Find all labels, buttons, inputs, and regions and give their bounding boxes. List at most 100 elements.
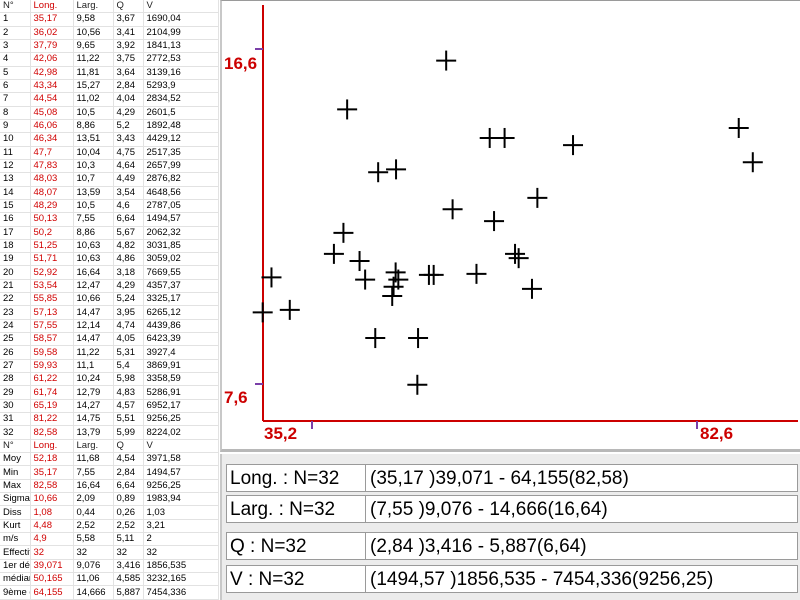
- grid-cell[interactable]: 3,95: [113, 305, 144, 320]
- grid-cell[interactable]: 1892,48: [143, 119, 219, 134]
- grid-cell[interactable]: 29: [0, 385, 31, 400]
- grid-cell[interactable]: 2,09: [73, 492, 114, 507]
- grid-cell[interactable]: Min: [0, 465, 31, 480]
- grid-cell[interactable]: 4,75: [113, 146, 144, 160]
- table-row[interactable]: 30 65,19 14,27 4,57 6952,17: [0, 399, 219, 414]
- grid-cell[interactable]: 47,83: [30, 159, 74, 174]
- table-row[interactable]: 10 46,34 13,51 3,43 4429,12: [0, 132, 219, 147]
- grid-cell[interactable]: 64,155: [30, 585, 74, 600]
- grid-cell[interactable]: 5,67: [113, 226, 144, 240]
- grid-cell[interactable]: 4,585: [113, 572, 144, 587]
- grid-cell[interactable]: Effectif =: [0, 545, 31, 560]
- grid-cell[interactable]: 10,63: [73, 239, 114, 254]
- grid-cell[interactable]: 10,04: [73, 146, 114, 160]
- grid-cell[interactable]: 4648,56: [143, 186, 219, 200]
- grid-cell[interactable]: 5,11: [113, 532, 144, 547]
- grid-cell[interactable]: 32: [30, 545, 74, 560]
- grid-cell[interactable]: 35,17: [30, 465, 74, 480]
- grid-cell[interactable]: 3927,4: [143, 345, 219, 360]
- summary-row[interactable]: Sigma 10,66 2,09 0,89 1983,94: [0, 492, 219, 507]
- table-row[interactable]: 7 44,54 11,02 4,04 2834,52: [0, 92, 219, 107]
- grid-cell[interactable]: 2834,52: [143, 92, 219, 107]
- grid-cell[interactable]: 14,666: [73, 585, 114, 600]
- grid-cell[interactable]: N°: [0, 439, 31, 454]
- table-row[interactable]: 25 58,57 14,47 4,05 6423,39: [0, 332, 219, 347]
- grid-cell[interactable]: 4,48: [30, 519, 74, 534]
- grid-cell[interactable]: 1: [0, 12, 31, 27]
- table-row[interactable]: 19 51,71 10,63 4,86 3059,02: [0, 252, 219, 267]
- grid-cell[interactable]: 6423,39: [143, 332, 219, 347]
- grid-cell[interactable]: 4,57: [113, 399, 144, 414]
- grid-cell[interactable]: 9ème décile: [0, 585, 31, 600]
- table-row[interactable]: 21 53,54 12,47 4,29 4357,37: [0, 279, 219, 294]
- table-row[interactable]: 26 59,58 11,22 5,31 3927,4: [0, 345, 219, 360]
- grid-cell[interactable]: 7454,336: [143, 585, 219, 600]
- grid-cell[interactable]: 3,75: [113, 52, 144, 67]
- summary-row[interactable]: m/s 4,9 5,58 5,11 2: [0, 532, 219, 547]
- grid-cell[interactable]: 21: [0, 279, 31, 294]
- grid-cell[interactable]: 9256,25: [143, 412, 219, 427]
- grid-cell[interactable]: 6952,17: [143, 399, 219, 414]
- grid-cell[interactable]: 16,64: [73, 265, 114, 280]
- table-row[interactable]: 16 50,13 7,55 6,64 1494,57: [0, 212, 219, 227]
- grid-cell[interactable]: N°: [0, 0, 31, 14]
- table-row[interactable]: 14 48,07 13,59 3,54 4648,56: [0, 186, 219, 200]
- grid-cell[interactable]: 32: [143, 545, 219, 560]
- grid-cell[interactable]: 3139,16: [143, 66, 219, 80]
- grid-cell[interactable]: 23: [0, 305, 31, 320]
- grid-cell[interactable]: 3031,85: [143, 239, 219, 254]
- grid-cell[interactable]: 48,29: [30, 199, 74, 214]
- grid-cell[interactable]: 2876,82: [143, 172, 219, 187]
- grid-cell[interactable]: 10,56: [73, 26, 114, 40]
- grid-cell[interactable]: V: [143, 0, 219, 14]
- table-row[interactable]: 22 55,85 10,66 5,24 3325,17: [0, 292, 219, 307]
- grid-cell[interactable]: 25: [0, 332, 31, 347]
- grid-cell[interactable]: 55,85: [30, 292, 74, 307]
- grid-cell[interactable]: 5,99: [113, 425, 144, 440]
- grid-cell[interactable]: 3325,17: [143, 292, 219, 307]
- grid-cell[interactable]: 14,47: [73, 332, 114, 347]
- table-row[interactable]: 15 48,29 10,5 4,6 2787,05: [0, 199, 219, 214]
- grid-cell[interactable]: 17: [0, 226, 31, 240]
- grid-cell[interactable]: 13,79: [73, 425, 114, 440]
- grid-cell[interactable]: 12,47: [73, 279, 114, 294]
- grid-cell[interactable]: 50,2: [30, 226, 74, 240]
- grid-cell[interactable]: 1494,57: [143, 212, 219, 227]
- grid-cell[interactable]: 4,05: [113, 332, 144, 347]
- grid-cell[interactable]: 82,58: [30, 425, 74, 440]
- grid-cell[interactable]: 12: [0, 159, 31, 174]
- grid-cell[interactable]: 10,66: [73, 292, 114, 307]
- grid-cell[interactable]: 9256,25: [143, 479, 219, 494]
- grid-cell[interactable]: 16,64: [73, 479, 114, 494]
- grid-cell[interactable]: 36,02: [30, 26, 74, 40]
- grid-cell[interactable]: 57,13: [30, 305, 74, 320]
- grid-cell[interactable]: 5,58: [73, 532, 114, 547]
- grid-cell[interactable]: 42,06: [30, 52, 74, 67]
- grid-cell[interactable]: 3,18: [113, 265, 144, 280]
- grid-cell[interactable]: 5286,91: [143, 385, 219, 400]
- grid-cell[interactable]: 27: [0, 359, 31, 374]
- grid-cell[interactable]: 1690,04: [143, 12, 219, 27]
- table-row[interactable]: 31 81,22 14,75 5,51 9256,25: [0, 412, 219, 427]
- table-row[interactable]: 23 57,13 14,47 3,95 6265,12: [0, 305, 219, 320]
- grid-cell[interactable]: 46,34: [30, 132, 74, 147]
- grid-cell[interactable]: médiane: [0, 572, 31, 587]
- grid-cell[interactable]: 2104,99: [143, 26, 219, 40]
- grid-cell[interactable]: 13,51: [73, 132, 114, 147]
- grid-cell[interactable]: 50,165: [30, 572, 74, 587]
- grid-cell[interactable]: 4,9: [30, 532, 74, 547]
- summary-row[interactable]: Min 35,17 7,55 2,84 1494,57: [0, 465, 219, 480]
- grid-cell[interactable]: 9,65: [73, 39, 114, 54]
- table-row[interactable]: 2 36,02 10,56 3,41 2104,99: [0, 26, 219, 40]
- grid-cell[interactable]: 1983,94: [143, 492, 219, 507]
- grid-cell[interactable]: 42,98: [30, 66, 74, 80]
- grid-cell[interactable]: 1856,535: [143, 559, 219, 574]
- grid-cell[interactable]: 10,3: [73, 159, 114, 174]
- grid-cell[interactable]: 11,06: [73, 572, 114, 587]
- grid-cell[interactable]: 4357,37: [143, 279, 219, 294]
- summary-row[interactable]: médiane50,16511,064,5853232,165: [0, 572, 219, 587]
- grid-cell[interactable]: 31: [0, 412, 31, 427]
- grid-cell[interactable]: 3059,02: [143, 252, 219, 267]
- grid-cell[interactable]: 4: [0, 52, 31, 67]
- grid-cell[interactable]: 10,63: [73, 252, 114, 267]
